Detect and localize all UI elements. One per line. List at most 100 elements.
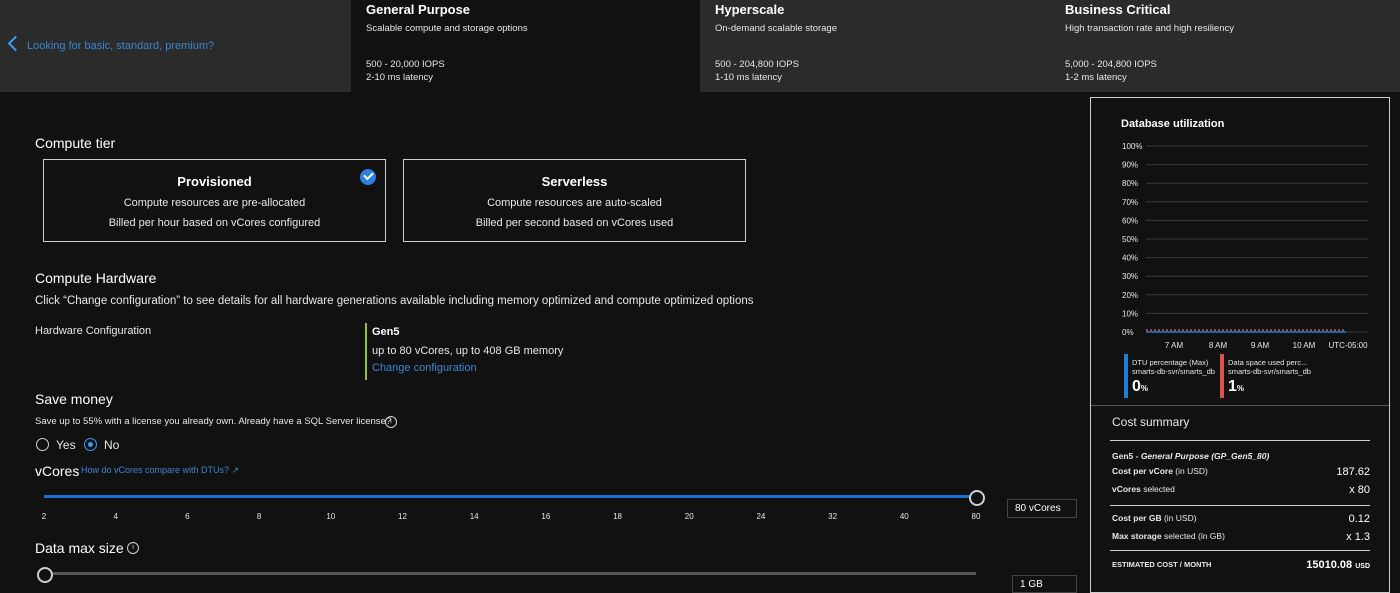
x-tick-label: 8 AM — [1209, 341, 1228, 350]
y-tick-label: 30% — [1122, 272, 1138, 281]
back-to-dtu-tiers[interactable]: Looking for basic, standard, premium? — [0, 0, 350, 92]
card-line1: Compute resources are auto-scaled — [487, 197, 662, 209]
back-link-label[interactable]: Looking for basic, standard, premium? — [27, 40, 214, 52]
license-yes-radio[interactable] — [36, 438, 49, 451]
y-tick-label: 90% — [1122, 161, 1138, 170]
y-tick-label: 10% — [1122, 309, 1138, 318]
estimate-label: ESTIMATED COST / MONTH — [1112, 560, 1212, 569]
tier-iops: 5,000 - 204,800 IOPS — [1065, 59, 1157, 70]
y-tick-label: 100% — [1122, 142, 1142, 151]
legend-source-space: smarts-db-svr/smarts_db — [1228, 367, 1311, 376]
chevron-left-icon — [7, 35, 24, 52]
x-tick-label: UTC-05:00 — [1328, 341, 1368, 350]
vcores-slider-thumb[interactable] — [969, 490, 985, 506]
y-tick-label: 60% — [1122, 216, 1138, 225]
tier-description: High transaction rate and high resilienc… — [1065, 23, 1234, 34]
cost-row-value: x 80 — [1349, 484, 1370, 496]
vcores-tick-label: 40 — [899, 512, 909, 521]
info-icon[interactable]: i — [127, 542, 139, 554]
license-no-label[interactable]: No — [104, 438, 119, 452]
vcores-tick-label: 16 — [541, 512, 551, 521]
hardware-accent-bar — [365, 323, 367, 380]
data-max-value-box[interactable]: 1 GB — [1012, 575, 1077, 593]
tier-title: Business Critical — [1065, 2, 1171, 17]
vcores-value-box[interactable]: 80 vCores — [1007, 499, 1077, 518]
x-tick-label: 10 AM — [1293, 341, 1316, 350]
cost-row-label-suffix: selected — [1140, 484, 1175, 494]
vcores-compare-link[interactable]: How do vCores compare with DTUs? ↗ — [81, 465, 239, 476]
tier-iops: 500 - 20,000 IOPS — [366, 59, 445, 70]
hardware-gen: Gen5 — [372, 326, 400, 338]
estimate-value: 15010.08 USD — [1250, 559, 1370, 571]
tier-description: Scalable compute and storage options — [366, 23, 528, 34]
cost-row-label: vCores selected — [1112, 484, 1175, 494]
cost-tier-line: Gen5 - General Purpose (GP_Gen5_80) — [1112, 451, 1269, 461]
info-icon[interactable]: i — [385, 416, 397, 428]
tier-hyperscale[interactable]: Hyperscale On-demand scalable storage 50… — [700, 0, 1050, 92]
cost-divider — [1110, 440, 1370, 441]
cost-row-label-suffix: (in USD) — [1172, 466, 1208, 476]
tier-title: Hyperscale — [715, 2, 785, 17]
chart-title: Database utilization — [1121, 118, 1225, 130]
tier-general-purpose[interactable]: General Purpose Scalable compute and sto… — [351, 0, 700, 92]
legend-swatch-dtu — [1124, 354, 1128, 398]
tier-latency: 1-2 ms latency — [1065, 72, 1127, 83]
tier-latency: 2-10 ms latency — [366, 72, 434, 83]
cost-summary-title: Cost summary — [1112, 415, 1190, 429]
y-tick-label: 40% — [1122, 254, 1138, 263]
vcores-tick-label: 4 — [113, 512, 118, 521]
cost-row-label-bold: Cost per GB — [1112, 513, 1162, 523]
utilization-chart: 100% 90% 80% 70% 60% 50% 40% 30% 20% 10% 0% 7 AM 8 A… — [1122, 142, 1368, 350]
tier-business-critical[interactable]: Business Critical High transaction rate … — [1050, 0, 1400, 92]
data-max-slider-thumb[interactable] — [37, 567, 53, 583]
cost-row-value: 0.12 — [1348, 513, 1370, 525]
legend-value-dtu: 0% — [1132, 378, 1148, 396]
legend-swatch-space — [1220, 354, 1224, 398]
cost-row-label-bold: Max storage — [1112, 531, 1162, 541]
cost-tier-name: General Purpose (GP_Gen5_80) — [1140, 451, 1270, 461]
cost-divider — [1110, 550, 1370, 551]
x-tick-label: 7 AM — [1165, 341, 1184, 350]
vcores-tick-label: 6 — [185, 512, 190, 521]
vcores-tick-label: 8 — [256, 512, 262, 521]
legend-value-unit: % — [1140, 384, 1149, 393]
hardware-config-label: Hardware Configuration — [35, 325, 152, 337]
provisioned-card[interactable]: Provisioned Compute resources are pre-al… — [43, 159, 386, 242]
estimate-amount: 15010.08 — [1306, 559, 1353, 571]
vcores-slider-fill — [44, 495, 976, 498]
card-line2: Billed per hour based on vCores configur… — [108, 217, 321, 229]
legend-source-dtu: smarts-db-svr/smarts_db — [1132, 367, 1215, 376]
cost-tier-prefix: Gen5 - — [1112, 451, 1141, 461]
cost-divider — [1110, 505, 1370, 506]
checkmark-icon — [360, 169, 376, 185]
cost-row-value: 187.62 — [1336, 466, 1370, 478]
vcores-tick-label: 80 — [971, 512, 981, 521]
cost-row-label-suffix: (in USD) — [1161, 513, 1197, 523]
serverless-card[interactable]: Serverless Compute resources are auto-sc… — [403, 159, 746, 242]
card-line2: Billed per second based on vCores used — [475, 217, 674, 229]
card-line1: Compute resources are pre-allocated — [123, 197, 306, 209]
vcores-compare-label[interactable]: How do vCores compare with DTUs? — [81, 465, 229, 475]
hardware-description: Click “Change configuration” to see deta… — [35, 295, 754, 307]
vcores-heading: vCores — [35, 463, 80, 479]
tier-title: General Purpose — [366, 2, 471, 17]
cost-row-label: Max storage selected (in GB) — [1112, 531, 1225, 541]
data-max-slider-track[interactable] — [44, 572, 976, 575]
save-money-text: Save up to 55% with a license you alread… — [35, 416, 392, 427]
hardware-spec: up to 80 vCores, up to 408 GB memory — [372, 345, 564, 357]
license-yes-label[interactable]: Yes — [56, 438, 76, 452]
license-no-radio[interactable] — [84, 438, 97, 451]
cost-row-label: Cost per GB (in USD) — [1112, 513, 1197, 523]
vcores-tick-label: 2 — [41, 512, 47, 521]
compute-hardware-heading: Compute Hardware — [35, 270, 157, 286]
legend-name-space: Data space used perc... — [1228, 358, 1308, 367]
compute-tier-heading: Compute tier — [35, 135, 116, 151]
estimate-unit: USD — [1355, 563, 1370, 570]
tier-iops: 500 - 204,800 IOPS — [715, 59, 799, 70]
vcores-tick-label: 24 — [756, 512, 766, 521]
vcores-tick-label: 14 — [469, 512, 479, 521]
change-configuration-link[interactable]: Change configuration — [372, 362, 477, 374]
cost-row-value: x 1.3 — [1346, 531, 1370, 543]
y-tick-label: 50% — [1122, 235, 1138, 244]
tier-description: On-demand scalable storage — [715, 23, 837, 34]
